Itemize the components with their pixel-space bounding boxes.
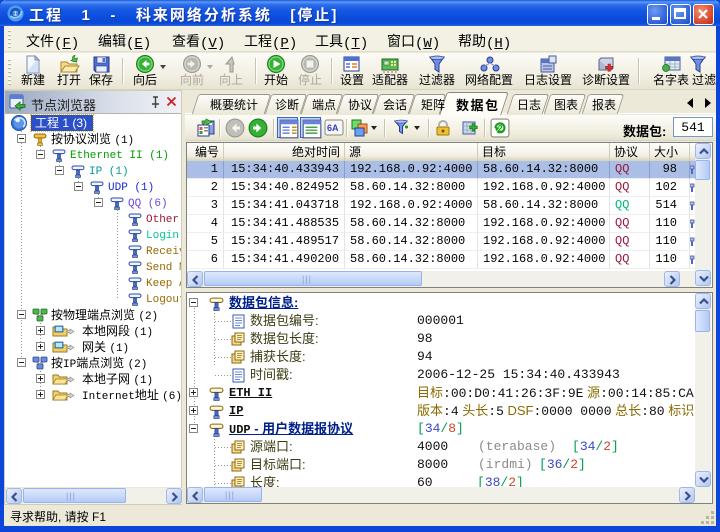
svg-text:2: 2 (498, 123, 503, 133)
svg-text:6A: 6A (327, 123, 339, 133)
